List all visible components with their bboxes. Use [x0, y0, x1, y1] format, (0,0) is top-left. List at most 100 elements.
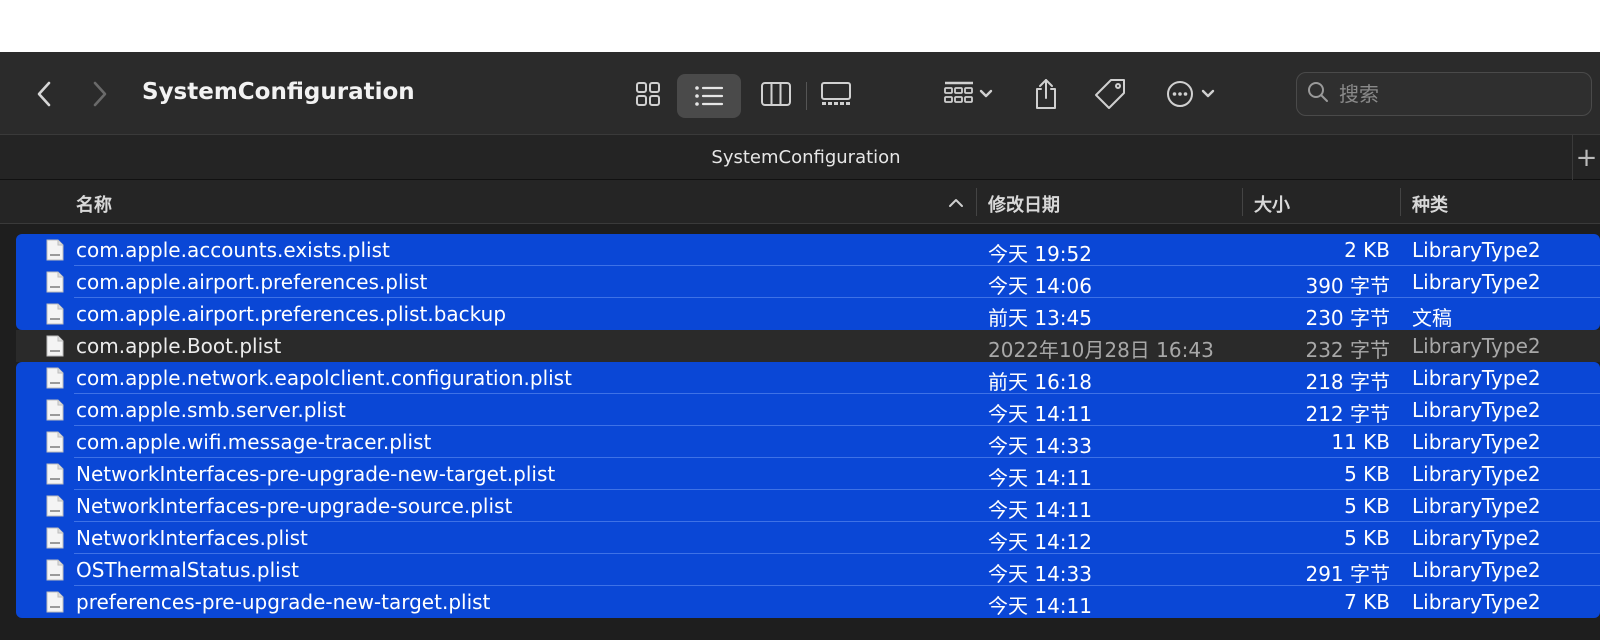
file-name: com.apple.network.eapolclient.configurat… — [76, 366, 572, 390]
file-date: 前天 16:18 — [988, 370, 1092, 394]
search-input[interactable] — [1337, 81, 1581, 107]
file-row[interactable]: NetworkInterfaces-pre-upgrade-source.pli… — [0, 490, 1600, 522]
file-name: com.apple.airport.preferences.plist — [76, 270, 428, 294]
plist-file-icon — [46, 335, 64, 362]
file-size: 5 KB — [1344, 526, 1390, 550]
file-size: 5 KB — [1344, 494, 1390, 518]
column-view-icon[interactable] — [750, 76, 802, 112]
file-name: com.apple.accounts.exists.plist — [76, 238, 390, 262]
file-row[interactable]: preferences-pre-upgrade-new-target.plist… — [0, 586, 1600, 618]
file-date: 今天 14:06 — [988, 274, 1092, 298]
file-row[interactable]: com.apple.smb.server.plist 今天 14:11 212 字节… — [0, 394, 1600, 426]
plist-file-icon — [46, 271, 64, 298]
file-kind: LibraryType2 — [1412, 462, 1541, 486]
file-size: 291 字节 — [1305, 562, 1390, 586]
column-header: 名称 修改日期 大小 种类 — [0, 180, 1600, 224]
column-divider[interactable] — [1242, 188, 1243, 216]
window-title: SystemConfiguration — [142, 79, 415, 105]
file-kind: LibraryType2 — [1412, 366, 1541, 390]
file-kind: LibraryType2 — [1412, 270, 1541, 294]
group-by-button[interactable] — [936, 76, 1002, 112]
column-header-name[interactable]: 名称 — [76, 191, 112, 217]
group-by-icon — [943, 80, 995, 108]
column-header-size[interactable]: 大小 — [1254, 191, 1290, 217]
finder-window: SystemConfiguration 搜索 SystemConfigurati… — [0, 52, 1600, 640]
file-row[interactable]: OSThermalStatus.plist 今天 14:33 291 字节 Libra… — [0, 554, 1600, 586]
chevron-right-icon[interactable] — [80, 76, 120, 112]
file-kind: LibraryType2 — [1412, 430, 1541, 454]
file-size: 390 字节 — [1305, 274, 1390, 298]
file-date: 2022年10月28日 16:43 — [988, 338, 1214, 362]
file-row[interactable]: com.apple.network.eapolclient.configurat… — [0, 362, 1600, 394]
plist-file-icon — [46, 239, 64, 266]
file-row[interactable]: NetworkInterfaces-pre-upgrade-new-target… — [0, 458, 1600, 490]
file-date: 今天 14:11 — [988, 466, 1092, 490]
file-size: 7 KB — [1344, 590, 1390, 614]
file-date: 前天 13:45 — [988, 306, 1092, 330]
list-view-icon[interactable] — [677, 74, 741, 118]
file-size: 11 KB — [1331, 430, 1390, 454]
file-kind: LibraryType2 — [1412, 334, 1541, 358]
new-tab-button[interactable]: + — [1572, 135, 1600, 181]
file-kind: LibraryType2 — [1412, 526, 1541, 550]
file-date: 今天 14:11 — [988, 594, 1092, 618]
file-size: 218 字节 — [1305, 370, 1390, 394]
file-size: 212 字节 — [1305, 402, 1390, 426]
file-date: 今天 14:11 — [988, 402, 1092, 426]
file-kind: LibraryType2 — [1412, 590, 1541, 614]
more-actions-button[interactable] — [1160, 76, 1226, 112]
toolbar-separator — [806, 82, 807, 110]
file-row[interactable]: com.apple.wifi.message-tracer.plist 今天 14… — [0, 426, 1600, 458]
tag-icon[interactable] — [1088, 74, 1132, 114]
file-kind: LibraryType2 — [1412, 558, 1541, 582]
plist-file-icon — [46, 559, 64, 586]
file-date: 今天 14:33 — [988, 562, 1092, 586]
column-header-kind[interactable]: 种类 — [1412, 191, 1448, 217]
file-date: 今天 14:33 — [988, 434, 1092, 458]
file-kind: LibraryType2 — [1412, 398, 1541, 422]
plist-file-icon — [46, 399, 64, 426]
column-header-date[interactable]: 修改日期 — [988, 191, 1060, 217]
file-row[interactable]: com.apple.accounts.exists.plist 今天 19:52 2… — [0, 234, 1600, 266]
plist-file-icon — [46, 463, 64, 490]
icon-grid-view-icon[interactable] — [622, 76, 674, 112]
plist-file-icon — [46, 495, 64, 522]
file-name: com.apple.smb.server.plist — [76, 398, 346, 422]
search-icon — [1307, 81, 1329, 107]
toolbar: SystemConfiguration — [0, 52, 1600, 134]
file-date: 今天 19:52 — [988, 242, 1092, 266]
file-date: 今天 14:11 — [988, 498, 1092, 522]
file-name: NetworkInterfaces-pre-upgrade-new-target… — [76, 462, 556, 486]
file-row[interactable]: NetworkInterfaces.plist 今天 14:12 5 KB Libra… — [0, 522, 1600, 554]
file-size: 2 KB — [1344, 238, 1390, 262]
file-row[interactable]: com.apple.Boot.plist 2022年10月28日 16:43 232… — [0, 330, 1600, 362]
plist-file-icon — [46, 431, 64, 458]
file-name: com.apple.airport.preferences.plist.back… — [76, 302, 507, 326]
file-name: NetworkInterfaces-pre-upgrade-source.pli… — [76, 494, 513, 518]
file-size: 232 字节 — [1305, 338, 1390, 362]
file-kind: LibraryType2 — [1412, 238, 1541, 262]
file-row[interactable]: com.apple.airport.preferences.plist.back… — [0, 298, 1600, 330]
file-size: 230 字节 — [1305, 306, 1390, 330]
tab-bar: SystemConfiguration + — [0, 134, 1600, 181]
plist-file-icon — [46, 303, 64, 330]
chevron-left-icon[interactable] — [24, 76, 64, 112]
column-divider[interactable] — [976, 188, 977, 216]
tab-title[interactable]: SystemConfiguration — [0, 147, 1600, 168]
sort-ascending-icon[interactable] — [948, 194, 964, 215]
ellipsis-circle-icon — [1165, 79, 1221, 109]
plist-file-icon — [46, 367, 64, 394]
share-icon[interactable] — [1024, 74, 1068, 114]
file-name: NetworkInterfaces.plist — [76, 526, 308, 550]
file-name: preferences-pre-upgrade-new-target.plist — [76, 590, 491, 614]
file-size: 5 KB — [1344, 462, 1390, 486]
file-kind: LibraryType2 — [1412, 494, 1541, 518]
search-field[interactable] — [1296, 72, 1592, 116]
gallery-view-icon[interactable] — [810, 76, 862, 112]
file-row[interactable]: com.apple.airport.preferences.plist 今天 14… — [0, 266, 1600, 298]
column-divider[interactable] — [1400, 188, 1401, 216]
plist-file-icon — [46, 591, 64, 618]
file-name: OSThermalStatus.plist — [76, 558, 299, 582]
file-kind: 文稿 — [1412, 306, 1452, 330]
file-date: 今天 14:12 — [988, 530, 1092, 554]
